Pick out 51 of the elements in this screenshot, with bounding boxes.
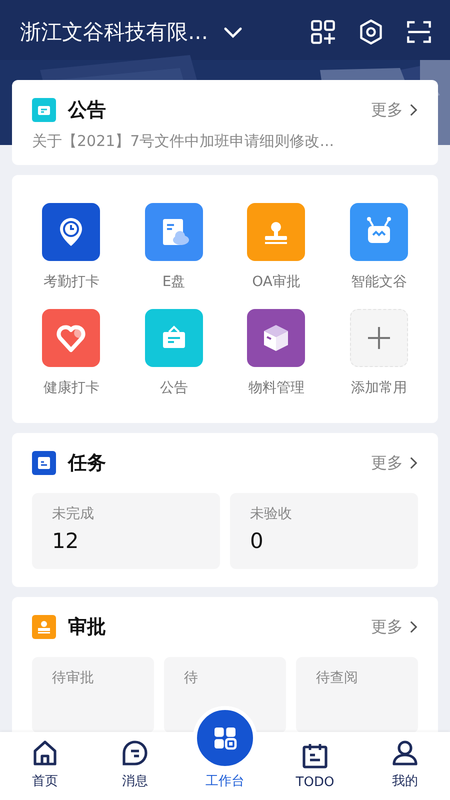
notice-board-icon <box>32 98 56 122</box>
task-icon <box>32 451 56 475</box>
calendar-icon <box>301 742 329 770</box>
app-label: 公告 <box>160 379 188 397</box>
app-label: E盘 <box>162 273 186 291</box>
stat-tile[interactable]: 待查阅 <box>296 657 418 732</box>
tab[interactable]: 我的 <box>360 732 450 800</box>
section-title: 审批 <box>68 615 106 640</box>
more-link[interactable]: 更多 <box>371 100 418 120</box>
more-link[interactable]: 更多 <box>371 616 418 638</box>
app-label: 考勤打卡 <box>43 273 100 291</box>
stat-tile[interactable]: 未完成 12 <box>32 493 220 569</box>
app-icon[interactable] <box>144 203 203 261</box>
tab[interactable]: 工作台 <box>180 772 270 790</box>
notice-text[interactable]: 关于【2021】7号文件中加班申请细则修改... <box>32 132 418 151</box>
chevron-right-icon <box>409 620 418 634</box>
app-label: 添加常用 <box>350 379 407 397</box>
app-icon[interactable] <box>247 309 306 367</box>
more-link[interactable]: 更多 <box>371 452 418 474</box>
add-button[interactable] <box>350 309 408 367</box>
stat-label: 未验收 <box>250 505 293 523</box>
stat-label: 待审批 <box>52 669 95 687</box>
tab[interactable]: 消息 <box>90 732 180 800</box>
app-label: 健康打卡 <box>43 379 100 397</box>
chevron-right-icon <box>409 103 418 117</box>
section-title: 公告 <box>68 98 106 123</box>
scan-icon[interactable] <box>406 19 432 45</box>
person-icon <box>391 739 419 767</box>
stat-tile[interactable]: 未验收 0 <box>230 493 418 569</box>
app-label: 物料管理 <box>248 379 304 397</box>
settings-icon[interactable] <box>358 19 384 45</box>
stat-value: 0 <box>250 529 264 553</box>
tab[interactable]: 首页 <box>0 732 90 800</box>
stat-value: 12 <box>52 529 80 553</box>
stat-label: 未完成 <box>52 505 95 523</box>
section-title: 任务 <box>68 451 106 476</box>
tab[interactable]: TODO <box>270 732 360 800</box>
home-icon <box>31 739 59 767</box>
message-icon <box>121 739 149 767</box>
app-icon[interactable] <box>42 203 100 261</box>
app-label: OA审批 <box>252 273 300 291</box>
app-icon[interactable] <box>350 203 408 261</box>
app-label: 智能文谷 <box>350 273 407 291</box>
chevron-right-icon <box>409 456 418 470</box>
stat-label: 待查阅 <box>316 669 359 687</box>
company-name[interactable]: 浙江文谷科技有限... <box>20 18 208 46</box>
stat-tile[interactable]: 待审批 <box>32 657 154 732</box>
add-app-icon[interactable] <box>310 19 336 45</box>
app-icon[interactable] <box>42 309 100 367</box>
stamp-icon <box>32 615 56 639</box>
stat-label: 待 <box>184 669 199 687</box>
